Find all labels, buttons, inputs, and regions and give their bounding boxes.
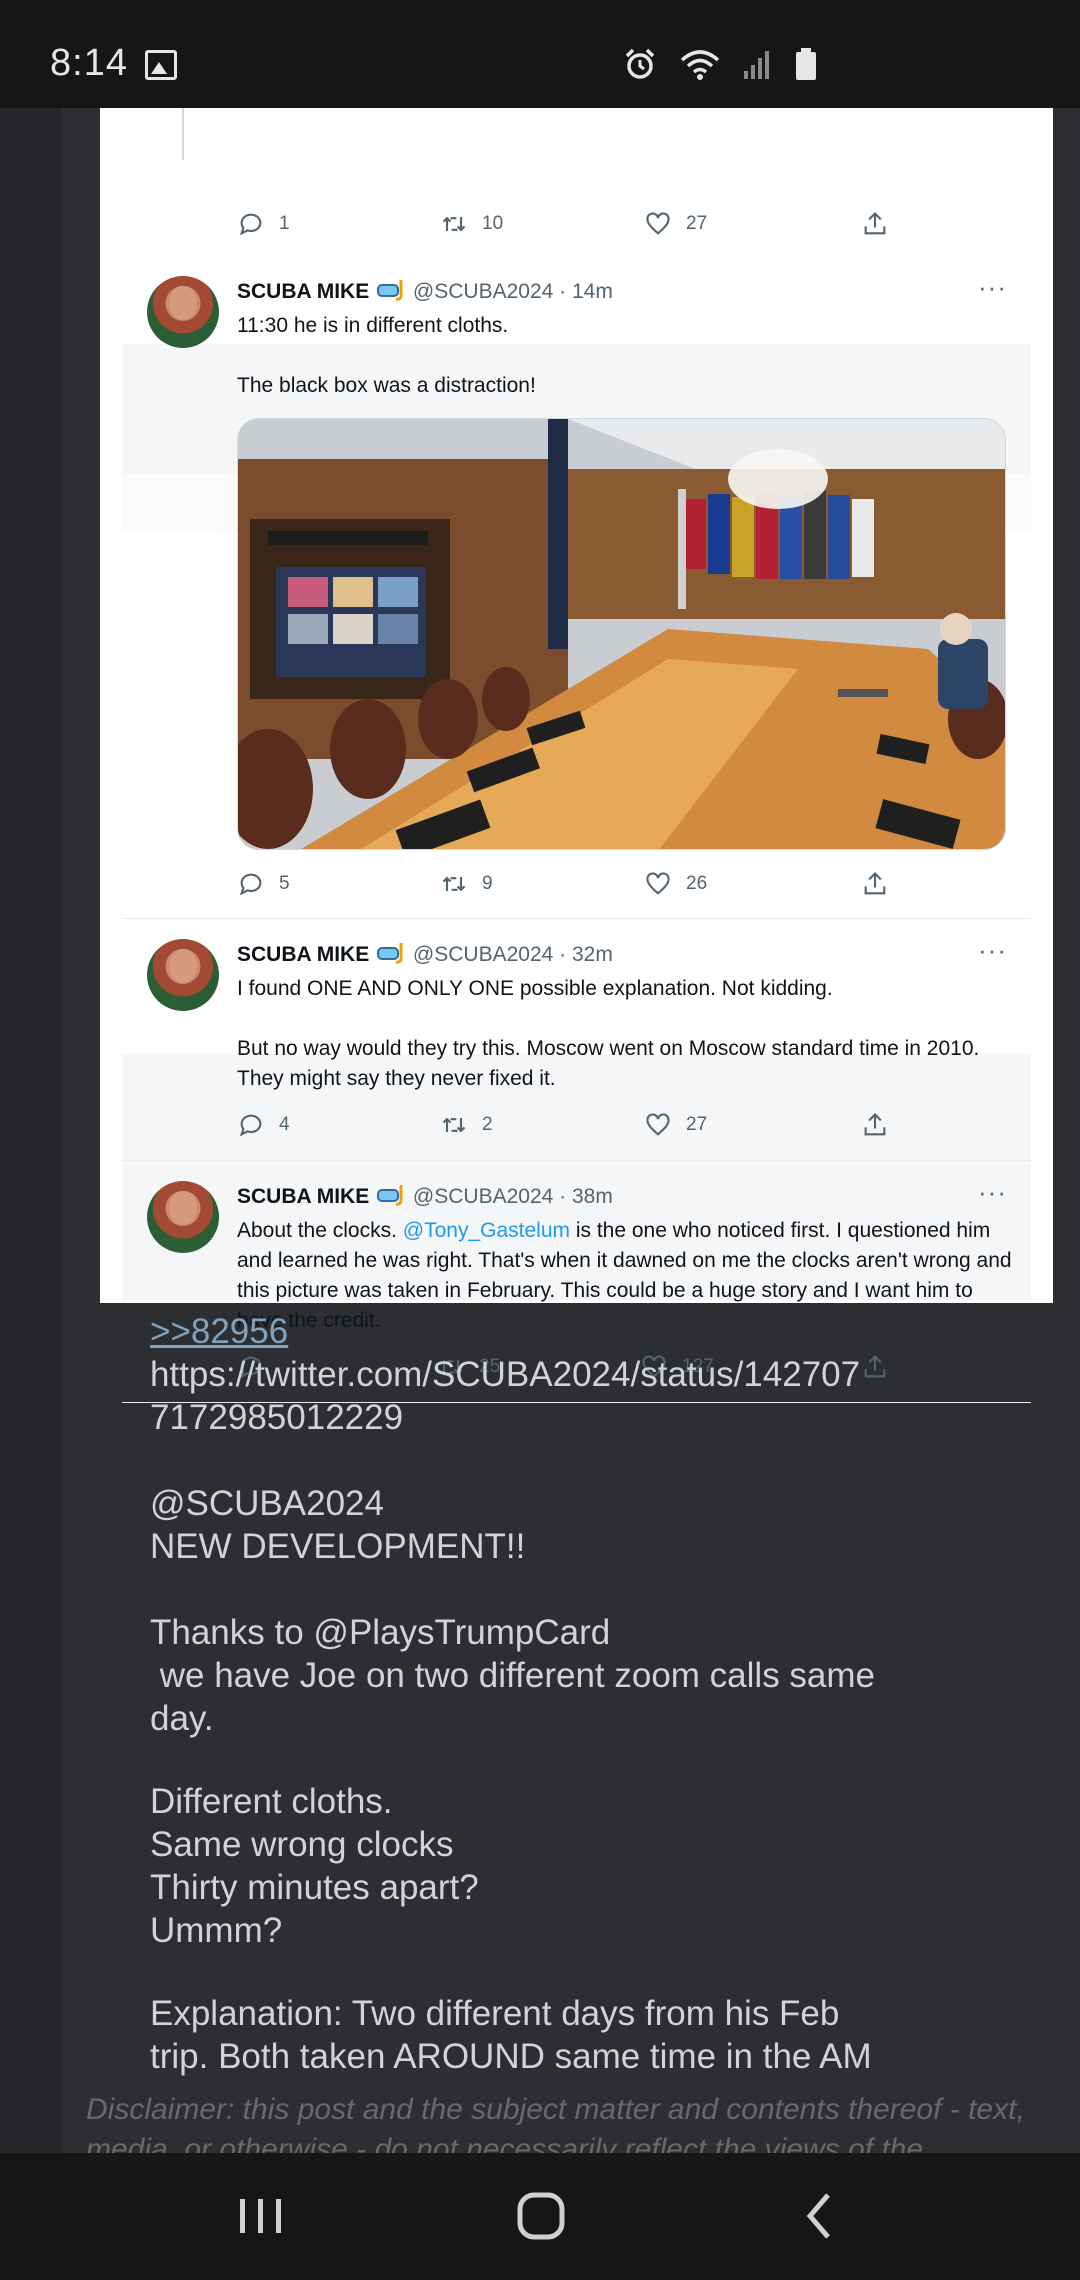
gallery-icon [145, 50, 177, 80]
situation-room-illustration [238, 419, 1005, 849]
recents-button[interactable] [230, 2185, 292, 2247]
tweet-header: SCUBA MIKE @SCUBA2024 · 32m [237, 942, 613, 967]
reply-link[interactable]: >>82956 [150, 1312, 288, 1351]
tweet-text-line: But no way would they try this. Moscow w… [237, 1037, 980, 1090]
like-button[interactable]: 26 [644, 870, 707, 898]
status-bar: 8:14 [0, 0, 1080, 108]
post-body: >>82956 https://twitter.com/SCUBA2024/st… [150, 1310, 1010, 2078]
reply-count: 5 [279, 873, 290, 894]
reply-count: 4 [279, 1114, 290, 1135]
reply-button[interactable]: 5 [237, 870, 290, 898]
mention-link[interactable]: @Tony_Gastelum [403, 1219, 570, 1242]
more-options-icon[interactable]: ··· [978, 272, 1007, 303]
alarm-icon [625, 48, 655, 79]
post-line: day. [150, 1699, 214, 1738]
tweet-text-part: About the clocks. [237, 1219, 403, 1242]
screen: 8:14 1 10 27 SCUBA MIKE @SCUBA2024 · 14m… [0, 0, 1080, 2280]
post-line: Same wrong clocks [150, 1825, 454, 1864]
divider [122, 1160, 1031, 1161]
tweet-text-line: The black box was a distraction! [237, 374, 536, 397]
handle[interactable]: @SCUBA2024 [413, 943, 553, 966]
avatar[interactable] [147, 939, 219, 1011]
avatar[interactable] [147, 276, 219, 348]
situation-room-photo[interactable] [237, 418, 1006, 850]
divider [122, 918, 1031, 919]
heart-icon [646, 1113, 670, 1136]
display-name[interactable]: SCUBA MIKE [237, 280, 369, 303]
retweet-button[interactable]: 2 [440, 1111, 493, 1139]
navigation-bar [0, 2153, 1080, 2280]
heart-icon [646, 872, 670, 895]
share-button[interactable] [861, 870, 889, 898]
status-time: 8:14 [50, 42, 128, 84]
post-line[interactable]: 7172985012229 [150, 1396, 1010, 1439]
tweet-actions: 5 9 26 [237, 870, 897, 904]
post-line: trip. Both taken AROUND same time in the… [150, 2037, 872, 2076]
post-line: Ummm? [150, 1911, 283, 1950]
post-line: Thirty minutes apart? [150, 1868, 479, 1907]
like-button[interactable]: 27 [644, 1111, 707, 1139]
tweet-thread: 1 10 27 SCUBA MIKE @SCUBA2024 · 14m ··· … [122, 108, 1031, 1403]
tweet-text: I found ONE AND ONLY ONE possible explan… [237, 974, 1017, 1094]
post-line: NEW DEVELOPMENT!! [150, 1527, 526, 1566]
tweet-text-line: I found ONE AND ONLY ONE possible explan… [237, 977, 833, 1000]
battery-icon [796, 48, 816, 80]
share-icon [864, 1113, 886, 1136]
timestamp[interactable]: · 38m [559, 1185, 613, 1208]
retweet-count: 9 [482, 873, 493, 894]
more-options-icon[interactable]: ··· [978, 935, 1007, 966]
retweet-count: 2 [482, 1114, 493, 1135]
wifi-icon [680, 50, 720, 80]
tweet-header: SCUBA MIKE @SCUBA2024 · 38m [237, 1184, 613, 1209]
tweet[interactable]: SCUBA MIKE @SCUBA2024 · 14m ··· 11:30 he… [122, 108, 1031, 896]
post-line: @SCUBA2024 [150, 1484, 384, 1523]
retweet-icon [442, 1117, 466, 1133]
handle[interactable]: @SCUBA2024 [413, 1185, 553, 1208]
post-line: Different cloths. [150, 1782, 393, 1821]
tweet-text-line: 11:30 he is in different cloths. [237, 314, 509, 337]
snorkel-emoji-icon [377, 1185, 403, 1206]
tweet-actions: 4 2 27 [237, 1111, 897, 1145]
share-button[interactable] [861, 1111, 889, 1139]
post-line: Explanation: Two different days from his… [150, 1994, 840, 2033]
post-line: we have Joe on two different zoom calls … [150, 1656, 876, 1695]
snorkel-emoji-icon [377, 280, 403, 301]
like-count: 26 [686, 873, 708, 894]
tweet-header: SCUBA MIKE @SCUBA2024 · 14m [237, 279, 613, 304]
signal-icon [744, 51, 769, 79]
embedded-screenshot: 1 10 27 SCUBA MIKE @SCUBA2024 · 14m ··· … [100, 108, 1053, 1403]
post-line[interactable]: https://twitter.com/SCUBA2024/status/142… [150, 1353, 1010, 1396]
timestamp[interactable]: · 14m [559, 280, 613, 303]
share-icon [864, 872, 886, 895]
handle[interactable]: @SCUBA2024 [413, 280, 553, 303]
avatar[interactable] [147, 1181, 219, 1253]
display-name[interactable]: SCUBA MIKE [237, 1185, 369, 1208]
retweet-button[interactable]: 9 [440, 870, 493, 898]
tweet-text: 11:30 he is in different cloths. The bla… [237, 311, 1017, 401]
status-icons [622, 46, 818, 82]
like-count: 27 [686, 1114, 708, 1135]
retweet-icon [442, 876, 466, 892]
reply-icon [239, 1114, 262, 1137]
snorkel-emoji-icon [377, 943, 403, 964]
timestamp[interactable]: · 32m [559, 943, 613, 966]
display-name[interactable]: SCUBA MIKE [237, 943, 369, 966]
post-line: Thanks to @PlaysTrumpCard [150, 1613, 611, 1652]
home-button[interactable] [510, 2185, 572, 2247]
back-button[interactable] [790, 2185, 852, 2247]
reply-icon [239, 873, 262, 896]
reply-button[interactable]: 4 [237, 1111, 290, 1139]
more-options-icon[interactable]: ··· [978, 1177, 1007, 1208]
